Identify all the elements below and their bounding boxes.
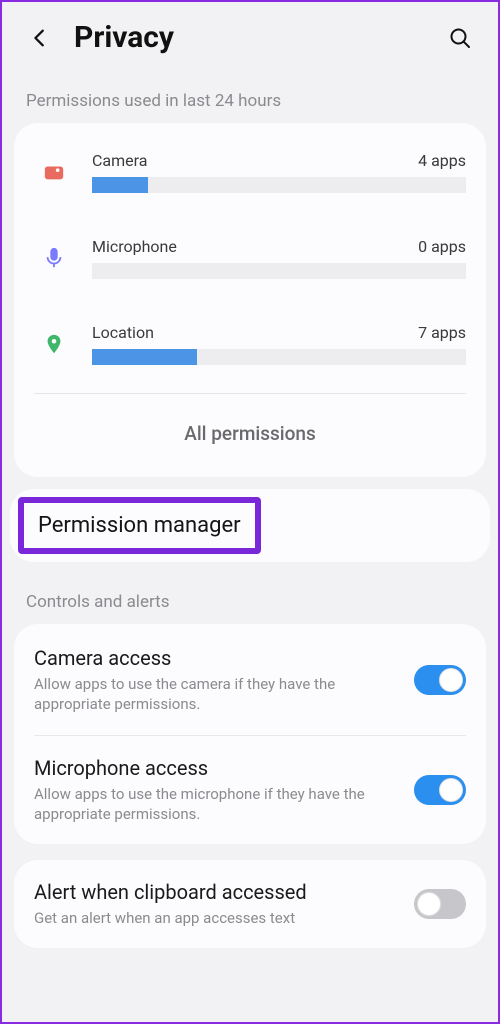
camera-icon [34,161,74,183]
usage-card: Camera 4 apps Microphone 0 apps Location… [14,123,486,477]
usage-name: Location [92,323,154,342]
header: Privacy [2,2,498,73]
control-row-camera-access[interactable]: Camera access Allow apps to use the came… [14,626,486,735]
usage-name: Camera [92,151,147,170]
control-subtitle: Get an alert when an app accesses text [34,908,402,928]
search-button[interactable] [444,22,476,54]
page-title: Privacy [74,20,444,55]
control-row-microphone-access[interactable]: Microphone access Allow apps to use the … [14,736,486,845]
clipboard-card: Alert when clipboard accessed Get an ale… [14,860,486,948]
usage-row-camera[interactable]: Camera 4 apps [14,129,486,215]
usage-row-microphone[interactable]: Microphone 0 apps [14,215,486,301]
toggle-microphone-access[interactable] [414,775,466,805]
usage-bar-fill [92,349,197,365]
control-title: Camera access [34,646,402,670]
permission-manager-card[interactable]: Permission manager [10,489,490,562]
control-title: Microphone access [34,756,402,780]
usage-count: 0 apps [418,237,466,256]
control-title: Alert when clipboard accessed [34,880,402,904]
control-subtitle: Allow apps to use the microphone if they… [34,784,402,825]
highlight-box: Permission manager [18,497,261,554]
usage-row-location[interactable]: Location 7 apps [14,301,486,387]
microphone-icon [34,247,74,269]
back-button[interactable] [24,22,56,54]
location-icon [34,333,74,355]
control-subtitle: Allow apps to use the camera if they hav… [34,674,402,715]
usage-bar [92,349,466,365]
usage-bar [92,177,466,193]
chevron-left-icon [29,27,51,49]
usage-bar [92,263,466,279]
usage-count: 4 apps [418,151,466,170]
control-row-clipboard[interactable]: Alert when clipboard accessed Get an ale… [14,860,486,948]
controls-card: Camera access Allow apps to use the came… [14,624,486,844]
usage-name: Microphone [92,237,177,256]
divider [34,393,466,394]
toggle-camera-access[interactable] [414,665,466,695]
permission-manager-label: Permission manager [24,503,255,548]
controls-section-label: Controls and alerts [2,574,498,624]
search-icon [448,26,472,50]
usage-section-label: Permissions used in last 24 hours [2,73,498,123]
all-permissions-button[interactable]: All permissions [14,400,486,471]
toggle-clipboard-alert[interactable] [414,889,466,919]
usage-bar-fill [92,177,148,193]
usage-count: 7 apps [418,323,466,342]
